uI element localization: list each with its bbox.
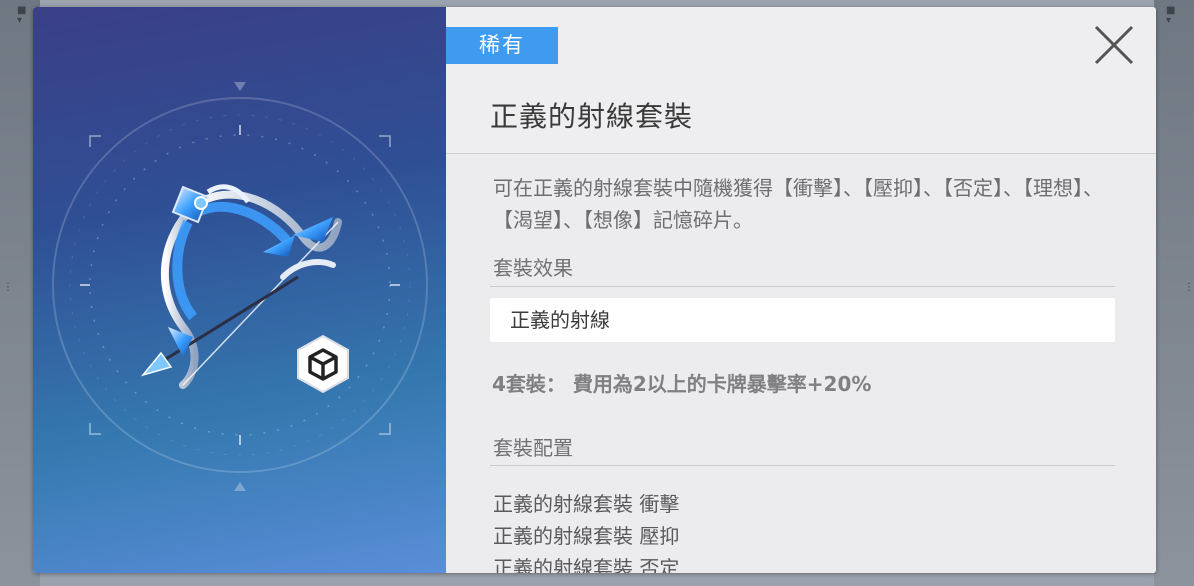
item-title: 正義的射線套裝	[490, 100, 694, 133]
set-config-label: 套裝配置	[493, 436, 573, 460]
set-effect-box: 正義的射線	[490, 298, 1115, 342]
section-divider	[490, 286, 1115, 287]
set-effect-label: 套裝效果	[493, 256, 573, 280]
list-item: 正義的射線套裝 衝擊	[493, 492, 680, 516]
set-config-list: 正義的射線套裝 衝擊 正義的射線套裝 壓抑 正義的射線套裝 否定	[493, 488, 679, 573]
set-bonus: 4套裝： 費用為2以上的卡牌暴擊率+20%	[492, 372, 872, 396]
set-effect-name: 正義的射線	[510, 308, 610, 332]
cube-icon	[297, 334, 349, 394]
close-button[interactable]	[1094, 25, 1134, 65]
drag-handle-icon: ⋮	[1184, 282, 1194, 293]
background-right: ■ ▾ ⋮	[1154, 0, 1194, 586]
rarity-badge: 稀有	[446, 27, 558, 64]
list-item: 正義的射線套裝 否定	[493, 556, 680, 573]
scroll-handle-icon: ■ ▾	[17, 5, 27, 26]
drag-handle-icon: ⋮	[3, 282, 13, 293]
section-divider	[490, 465, 1115, 466]
item-details-scroll[interactable]: 可在正義的射線套裝中隨機獲得【衝擊】、【壓抑】、【否定】、【理想】、【渴望】、【…	[446, 154, 1156, 573]
item-detail-panel: 稀有 正義的射線套裝 可在正義的射線套裝中隨機獲得【衝擊】、【壓抑】、【否定】、…	[33, 7, 1156, 573]
item-info: 稀有 正義的射線套裝 可在正義的射線套裝中隨機獲得【衝擊】、【壓抑】、【否定】、…	[446, 7, 1156, 573]
close-icon	[1094, 25, 1134, 65]
artwork-graphic	[52, 82, 428, 491]
scroll-handle-icon: ■ ▾	[1166, 5, 1176, 26]
item-description: 可在正義的射線套裝中隨機獲得【衝擊】、【壓抑】、【否定】、【理想】、【渴望】、【…	[493, 176, 1103, 232]
item-artwork	[33, 7, 446, 573]
list-item: 正義的射線套裝 壓抑	[493, 524, 680, 548]
